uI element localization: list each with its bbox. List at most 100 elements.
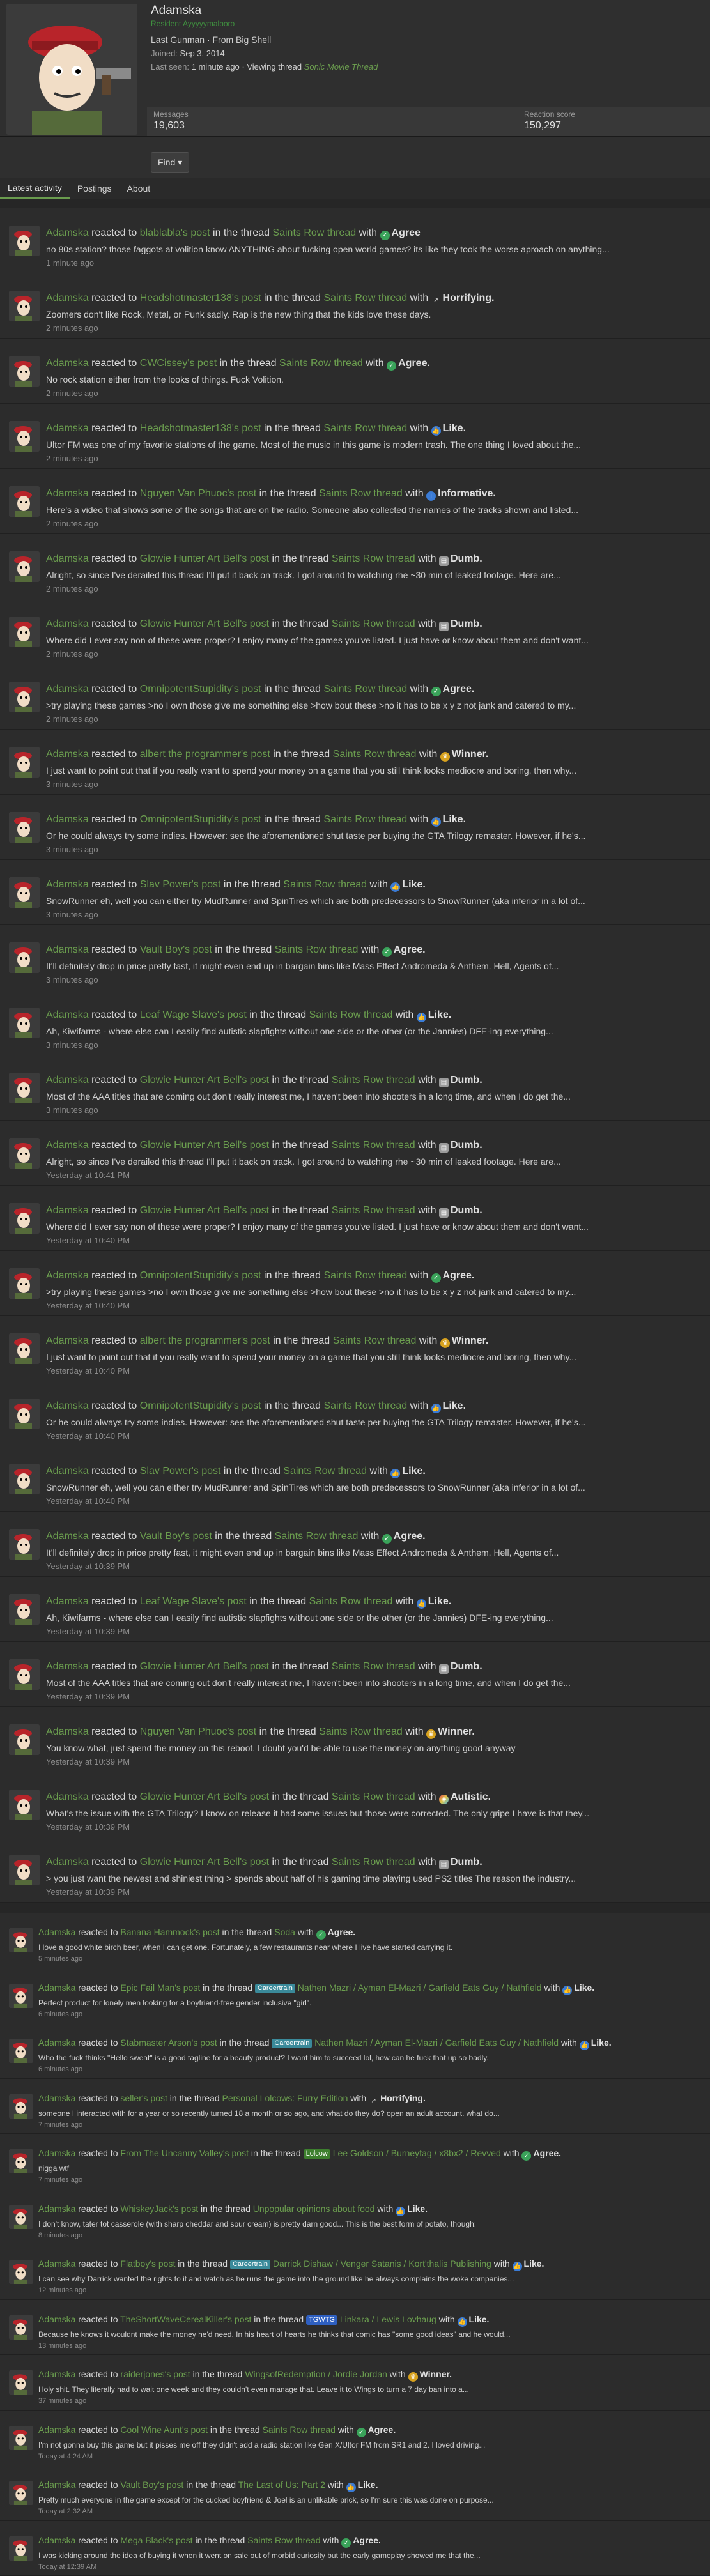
post-snippet[interactable]: no 80s station? those faggots at volitio… [46,244,701,254]
avatar[interactable] [9,942,40,973]
actor-link[interactable]: Adamska [46,618,89,629]
profile-avatar[interactable] [6,4,137,135]
post-link[interactable]: OmnipotentStupidity's post [140,1400,261,1411]
post-snippet[interactable]: >try playing these games >no I own those… [46,700,701,710]
thread-link[interactable]: Saints Row thread [323,293,407,303]
timestamp[interactable]: 2 minutes ago [46,584,701,594]
timestamp[interactable]: 13 minutes ago [38,2342,701,2350]
post-snippet[interactable]: It'll definitely drop in price pretty fa… [46,1547,701,1558]
post-link[interactable]: Leaf Wage Slave's post [140,1596,247,1607]
thread-link[interactable]: Saints Row thread [332,553,415,564]
post-snippet[interactable]: I just want to point out that if you rea… [46,765,701,776]
messages-stat[interactable]: Messages 19,603 [153,110,189,132]
thread-link[interactable]: Saints Row thread [272,227,356,238]
post-link[interactable]: seller's post [120,2093,167,2103]
post-snippet[interactable]: I'm not gonna buy this game but it pisse… [38,2441,701,2450]
thread-link[interactable]: Linkara / Lewis Lovhaug [340,2314,436,2324]
actor-link[interactable]: Adamska [46,1400,89,1411]
actor-link[interactable]: Adamska [38,2148,75,2158]
thread-link[interactable]: Nathen Mazri / Ayman El-Mazri / Garfield… [298,1982,542,1993]
thread-link[interactable]: Personal Lolcows: Furry Edition [222,2093,348,2103]
thread-link[interactable]: Saints Row thread [323,1270,407,1281]
post-link[interactable]: albert the programmer's post [140,1335,270,1346]
thread-link[interactable]: Saints Row thread [323,1400,407,1411]
post-link[interactable]: Banana Hammock's post [120,1927,219,1937]
actor-link[interactable]: Adamska [46,488,89,499]
thread-link[interactable]: Darrick Dishaw / Venger Satanis / Kort't… [273,2258,491,2269]
timestamp[interactable]: Today at 4:24 AM [38,2453,701,2460]
actor-link[interactable]: Adamska [38,1927,75,1937]
post-snippet[interactable]: >try playing these games >no I own those… [46,1287,701,1297]
avatar[interactable] [9,1724,40,1755]
post-link[interactable]: Cool Wine Aunt's post [120,2425,208,2435]
avatar[interactable] [9,291,40,321]
post-snippet[interactable]: Alright, so since I've derailed this thr… [46,570,701,580]
post-link[interactable]: albert the programmer's post [140,749,270,760]
timestamp[interactable]: 7 minutes ago [38,2121,701,2129]
timestamp[interactable]: 2 minutes ago [46,388,701,398]
timestamp[interactable]: Yesterday at 10:39 PM [46,1692,701,1701]
actor-link[interactable]: Adamska [46,423,89,434]
timestamp[interactable]: 1 minute ago [46,258,701,268]
post-link[interactable]: Glowie Hunter Art Bell's post [140,1791,269,1802]
timestamp[interactable]: Yesterday at 10:39 PM [46,1561,701,1571]
actor-link[interactable]: Adamska [38,2204,75,2214]
avatar[interactable] [9,1138,40,1169]
actor-link[interactable]: Adamska [46,879,89,890]
avatar[interactable] [9,2426,33,2450]
post-link[interactable]: Stabmaster Arson's post [120,2037,217,2048]
actor-link[interactable]: Adamska [38,2258,75,2269]
post-link[interactable]: WhiskeyJack's post [120,2204,198,2214]
post-snippet[interactable]: Or he could always try some indies. Howe… [46,1417,701,1427]
post-link[interactable]: Glowie Hunter Art Bell's post [140,618,269,629]
timestamp[interactable]: 5 minutes ago [38,1955,701,1963]
timestamp[interactable]: 3 minutes ago [46,975,701,985]
post-link[interactable]: Glowie Hunter Art Bell's post [140,553,269,564]
timestamp[interactable]: 3 minutes ago [46,1105,701,1115]
timestamp[interactable]: 2 minutes ago [46,519,701,528]
avatar[interactable] [9,486,40,517]
post-snippet[interactable]: I can see why Darrick wanted the rights … [38,2274,701,2283]
avatar[interactable] [9,1529,40,1560]
viewing-thread-link[interactable]: Sonic Movie Thread [304,62,378,72]
post-snippet[interactable]: > you just want the newest and shiniest … [46,1873,701,1883]
post-link[interactable]: Glowie Hunter Art Bell's post [140,1205,269,1216]
actor-link[interactable]: Adamska [46,1596,89,1607]
avatar[interactable] [9,1984,33,2008]
post-snippet[interactable]: Ah, Kiwifarms - where else can I easily … [46,1026,701,1036]
timestamp[interactable]: Yesterday at 10:39 PM [46,1887,701,1897]
avatar[interactable] [9,2260,33,2284]
avatar[interactable] [9,1073,40,1103]
timestamp[interactable]: 3 minutes ago [46,845,701,854]
thread-link[interactable]: Saints Row thread [279,358,363,369]
avatar[interactable] [9,2039,33,2063]
post-snippet[interactable]: SnowRunner eh, well you can either try M… [46,1482,701,1492]
actor-link[interactable]: Adamska [46,749,89,760]
timestamp[interactable]: 2 minutes ago [46,323,701,333]
actor-link[interactable]: Adamska [46,1726,89,1737]
post-link[interactable]: Slav Power's post [140,879,221,890]
post-snippet[interactable]: I love a good white birch beer, when I c… [38,1943,701,1952]
thread-link[interactable]: Saints Row thread [247,2535,320,2545]
post-link[interactable]: Nguyen Van Phuoc's post [140,488,256,499]
post-snippet[interactable]: I don't know, tater tot casserole (with … [38,2220,701,2228]
post-snippet[interactable]: It'll definitely drop in price pretty fa… [46,961,701,971]
actor-link[interactable]: Adamska [38,2369,75,2379]
timestamp[interactable]: Yesterday at 10:39 PM [46,1627,701,1636]
post-link[interactable]: Glowie Hunter Art Bell's post [140,1075,269,1085]
post-link[interactable]: TheShortWaveCerealKiller's post [120,2314,251,2324]
post-snippet[interactable]: Most of the AAA titles that are coming o… [46,1678,701,1688]
post-link[interactable]: Flatboy's post [120,2258,175,2269]
actor-link[interactable]: Adamska [38,1982,75,1993]
post-link[interactable]: Nguyen Van Phuoc's post [140,1726,256,1737]
thread-link[interactable]: Saints Row thread [332,1205,415,1216]
actor-link[interactable]: Adamska [46,1531,89,1542]
timestamp[interactable]: 3 minutes ago [46,779,701,789]
post-snippet[interactable]: Most of the AAA titles that are coming o… [46,1091,701,1101]
thread-link[interactable]: Saints Row thread [309,1596,393,1607]
post-snippet[interactable]: Ah, Kiwifarms - where else can I easily … [46,1613,701,1623]
post-link[interactable]: Vault Boy's post [140,944,212,955]
thread-link[interactable]: Saints Row thread [275,1531,359,1542]
timestamp[interactable]: 6 minutes ago [38,2011,701,2018]
thread-link[interactable]: Saints Row thread [319,1726,403,1737]
